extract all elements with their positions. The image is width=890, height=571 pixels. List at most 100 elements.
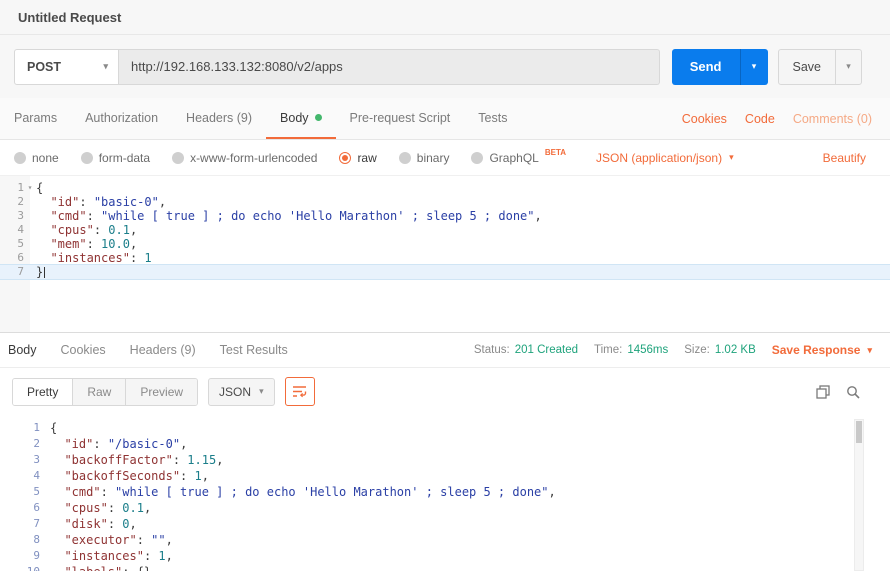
code-line: 5 "mem": 10.0,: [0, 237, 890, 251]
size-value: 1.02 KB: [715, 344, 756, 356]
send-options-button[interactable]: ▾: [740, 49, 768, 85]
request-tabs-row: Params Authorization Headers (9) Body Pre-re…: [0, 98, 890, 140]
radio-icon: [14, 152, 26, 164]
search-button[interactable]: [846, 385, 860, 399]
save-options-button[interactable]: ▾: [835, 50, 861, 84]
save-button[interactable]: Save ▾: [778, 49, 863, 85]
content-type-value: JSON (application/json): [596, 151, 722, 165]
response-scrollbar[interactable]: [854, 419, 864, 571]
format-dropdown[interactable]: JSON ▾: [208, 378, 275, 406]
line-number: 3: [0, 452, 40, 468]
line-number: 1: [0, 181, 24, 195]
line-number: 5: [0, 237, 24, 251]
code-line: 3 "cmd": "while [ true ] ; do echo 'Hell…: [0, 209, 890, 223]
comments-0-link[interactable]: Comments (0): [793, 112, 872, 126]
chevron-down-icon: ▾: [752, 62, 757, 71]
response-body-viewer[interactable]: 1{2 "id": "/basic-0",3 "backoffFactor": …: [0, 415, 890, 571]
code-text: "mem": 10.0,: [36, 237, 137, 251]
radio-label: binary: [417, 151, 450, 165]
radio-label: form-data: [99, 151, 150, 165]
body-type-binary[interactable]: binary: [399, 151, 450, 165]
body-type-x-www-form-urlencoded[interactable]: x-www-form-urlencoded: [172, 151, 317, 165]
code-line: 6 "cpus": 0.1,: [0, 500, 890, 516]
body-type-graphql[interactable]: GraphQLBETA: [471, 151, 566, 165]
send-label: Send: [672, 49, 740, 85]
fold-arrow-icon[interactable]: ▾: [24, 181, 36, 195]
code-text: "executor": "",: [50, 532, 173, 548]
response-tab-cookies[interactable]: Cookies: [61, 343, 106, 357]
line-number: 6: [0, 500, 40, 516]
chevron-down-icon: ▾: [867, 346, 872, 355]
method-value: POST: [27, 60, 61, 74]
body-type-options: none form-data x-www-form-urlencoded raw bin…: [14, 151, 566, 165]
code-line: 1▾{: [0, 181, 890, 195]
size-label: Size:: [684, 344, 710, 356]
chevron-down-icon: ▾: [259, 387, 264, 396]
view-switcher: PrettyRawPreview: [12, 378, 198, 406]
method-dropdown[interactable]: POST ▾: [14, 49, 119, 85]
search-icon: [846, 385, 860, 399]
code-line: 2 "id": "basic-0",: [0, 195, 890, 209]
radio-icon: [399, 152, 411, 164]
copy-button[interactable]: [816, 385, 830, 399]
response-tab-test-results[interactable]: Test Results: [220, 343, 288, 357]
body-type-form-data[interactable]: form-data: [81, 151, 150, 165]
code-line: 4 "cpus": 0.1,: [0, 223, 890, 237]
tab-label: Authorization: [85, 111, 158, 125]
url-input[interactable]: http://192.168.133.132:8080/v2/apps: [119, 49, 660, 85]
tab-label: Body: [280, 111, 309, 125]
line-number: 5: [0, 484, 40, 500]
radio-label: none: [32, 151, 59, 165]
url-value: http://192.168.133.132:8080/v2/apps: [131, 59, 343, 74]
view-preview[interactable]: Preview: [126, 379, 197, 405]
code-line: 4 "backoffSeconds": 1,: [0, 468, 890, 484]
code-text: "id": "/basic-0",: [50, 436, 187, 452]
code-line: 7 "disk": 0,: [0, 516, 890, 532]
code-line: 5 "cmd": "while [ true ] ; do echo 'Hell…: [0, 484, 890, 500]
copy-icon: [816, 385, 830, 399]
postman-request-window: Untitled Request POST ▾ http://192.168.1…: [0, 0, 890, 571]
request-url-bar: POST ▾ http://192.168.133.132:8080/v2/ap…: [0, 35, 890, 98]
body-type-raw[interactable]: raw: [339, 151, 376, 165]
status-label: Status:: [474, 344, 510, 356]
content-type-dropdown[interactable]: JSON (application/json) ▾: [596, 151, 734, 165]
save-response-button[interactable]: Save Response ▾: [772, 343, 872, 357]
response-tab-body[interactable]: Body: [8, 343, 37, 357]
body-type-none[interactable]: none: [14, 151, 59, 165]
view-raw[interactable]: Raw: [73, 379, 126, 405]
tab-label: Tests: [478, 111, 507, 125]
wrap-text-button[interactable]: [285, 377, 315, 406]
code-text: "instances": 1: [36, 251, 152, 265]
send-button[interactable]: Send ▾: [672, 49, 768, 85]
radio-label: x-www-form-urlencoded: [190, 151, 317, 165]
request-body-editor[interactable]: 1▾{2 "id": "basic-0",3 "cmd": "while [ t…: [0, 176, 890, 332]
tab-params[interactable]: Params: [0, 98, 71, 139]
code-text: "backoffSeconds": 1,: [50, 468, 209, 484]
code-line: 6 "instances": 1: [0, 251, 890, 265]
response-body-lines: 1{2 "id": "/basic-0",3 "backoffFactor": …: [0, 420, 890, 571]
cookies-link[interactable]: Cookies: [682, 112, 727, 126]
beautify-link[interactable]: Beautify: [823, 151, 866, 165]
response-tab-headers-9[interactable]: Headers (9): [130, 343, 196, 357]
code-line: 2 "id": "/basic-0",: [0, 436, 890, 452]
line-number: 2: [0, 436, 40, 452]
line-number: 7: [0, 265, 24, 279]
tab-headers-9[interactable]: Headers (9): [172, 98, 266, 139]
tab-body[interactable]: Body: [266, 98, 336, 139]
scrollbar-thumb[interactable]: [856, 421, 862, 443]
tab-pre-request-script[interactable]: Pre-request Script: [336, 98, 465, 139]
code-link[interactable]: Code: [745, 112, 775, 126]
radio-icon: [81, 152, 93, 164]
status-value: 201 Created: [515, 344, 578, 356]
radio-icon: [172, 152, 184, 164]
line-number: 8: [0, 532, 40, 548]
view-pretty[interactable]: Pretty: [13, 379, 73, 405]
line-number: 3: [0, 209, 24, 223]
tab-tests[interactable]: Tests: [464, 98, 521, 139]
code-text: {: [50, 420, 57, 436]
tab-authorization[interactable]: Authorization: [71, 98, 172, 139]
radio-label: raw: [357, 151, 376, 165]
line-number: 6: [0, 251, 24, 265]
format-value: JSON: [219, 385, 251, 399]
code-text: "instances": 1,: [50, 548, 173, 564]
